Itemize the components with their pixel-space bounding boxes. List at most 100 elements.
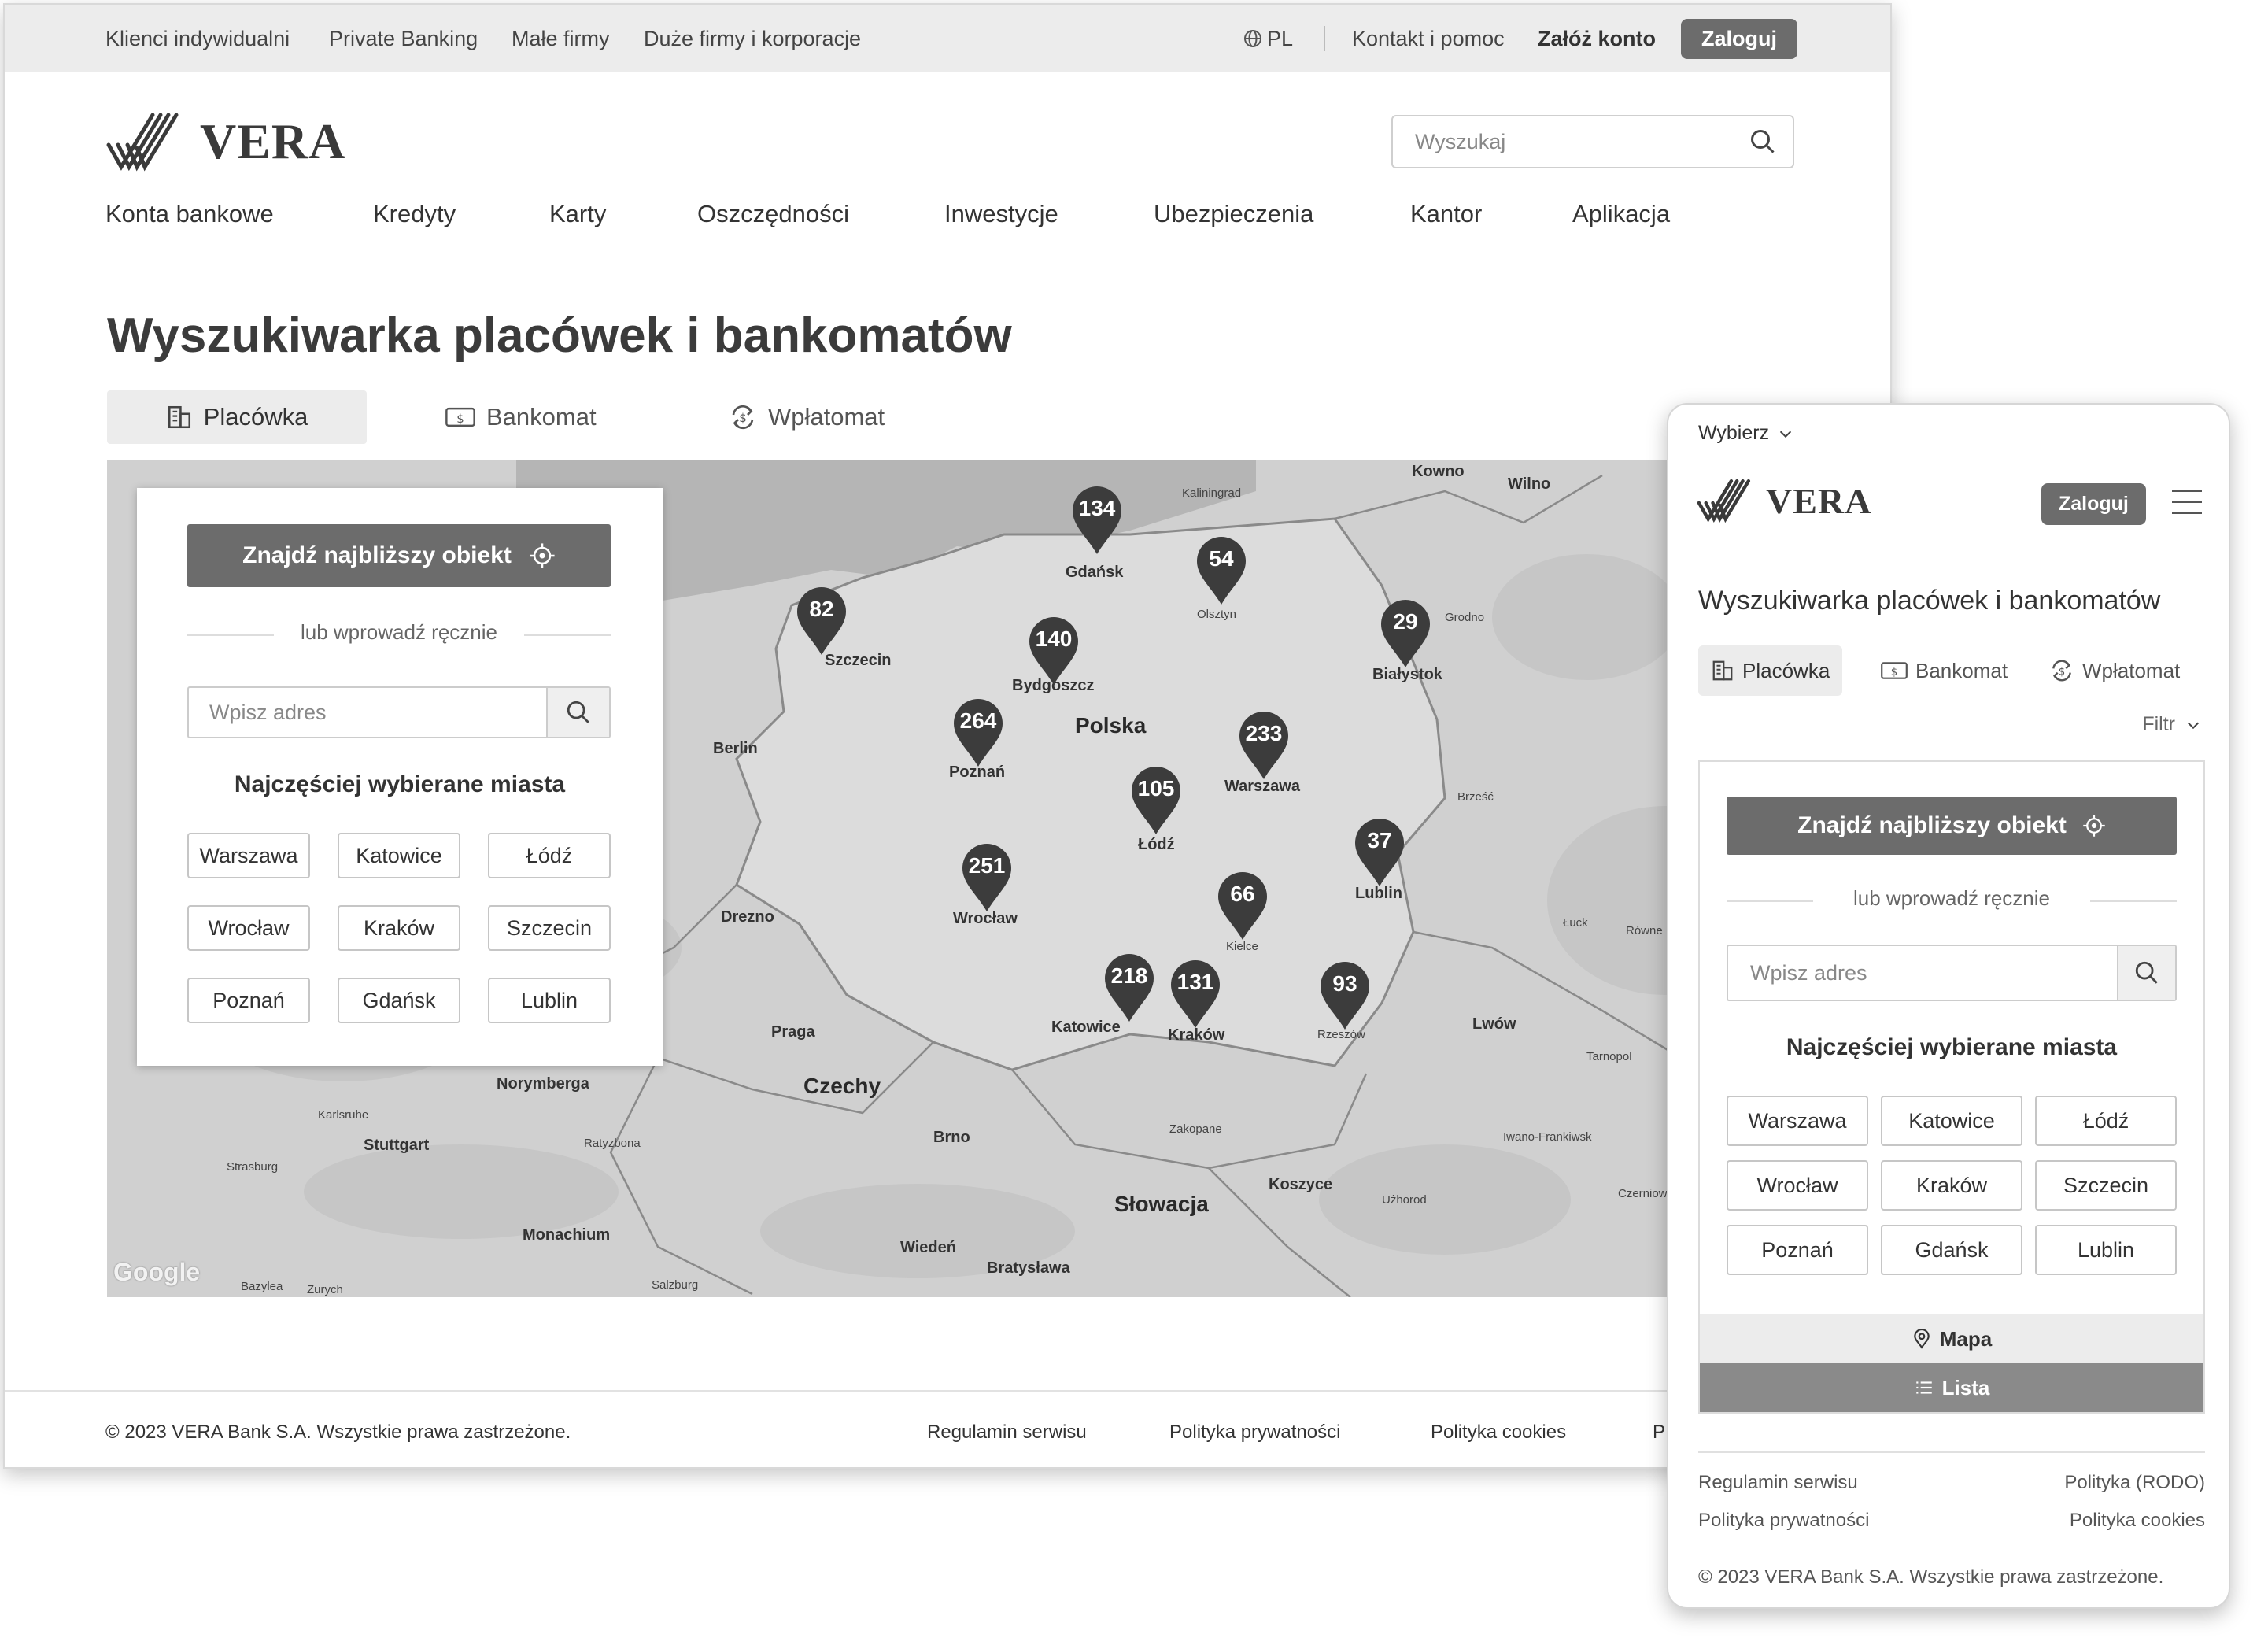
site-search-input[interactable]: Wyszukaj [1391,115,1794,168]
map-cluster-pin[interactable]: 218 [1103,952,1155,1023]
segment-small-business[interactable]: Małe firmy [512,5,610,72]
finder-panel: Znajdź najbliższy obiekt lub wprowadź rę… [137,488,663,1066]
address-search-button[interactable] [546,688,609,737]
map-cluster-pin[interactable]: 264 [952,697,1004,768]
footer-link-regulamin[interactable]: Regulamin serwisu [927,1422,1087,1444]
frequent-cities-title: Najczęściej wybierane miasta [234,771,566,797]
address-input[interactable]: Wpisz adres [1727,945,2177,1001]
city-button-katowice[interactable]: Katowice [1881,1096,2022,1146]
footer-link-regulamin[interactable]: Regulamin serwisu [1698,1472,1858,1494]
map-city-label: Kaliningrad [1182,486,1242,500]
footer-link-privacy[interactable]: Polityka prywatności [1698,1510,1869,1532]
segment-link[interactable]: Private Banking [329,27,478,51]
find-nearest-button[interactable]: Znajdź najbliższy obiekt [1727,797,2177,855]
tab-label: Placówka [1742,658,1830,682]
map-cluster-pin[interactable]: 37 [1354,817,1405,888]
city-button-krakow[interactable]: Kraków [1881,1160,2022,1211]
map-cluster-pin[interactable]: 233 [1238,710,1290,781]
city-button-poznan[interactable]: Poznań [1727,1225,1868,1275]
map-city-label: Brześć [1457,790,1494,804]
nav-item-inwestycje[interactable]: Inwestycje [944,200,1058,228]
map-cluster-pin[interactable]: 66 [1217,871,1269,941]
nav-item-kredyty[interactable]: Kredyty [373,200,456,228]
city-button-warszawa[interactable]: Warszawa [1727,1096,1868,1146]
map-cluster-pin[interactable]: 54 [1195,535,1247,606]
city-button-szczecin[interactable]: Szczecin [2035,1160,2177,1211]
segment-link[interactable]: Małe firmy [512,27,610,51]
language-switch[interactable]: PL [1243,5,1293,72]
city-button-gdansk[interactable]: Gdańsk [1881,1225,2022,1275]
map-cluster-pin[interactable]: 131 [1169,959,1221,1030]
nav-item-ubezpieczenia[interactable]: Ubezpieczenia [1154,200,1313,228]
segment-select[interactable]: Wybierz [1698,422,1794,445]
tab-placowka[interactable]: Placówka [1698,645,1843,696]
nav-item-aplikacja[interactable]: Aplikacja [1572,200,1670,228]
filter-toggle[interactable]: Filtr [2142,713,2202,736]
address-search-button[interactable] [2117,946,2175,1000]
cluster-count: 29 [1393,609,1418,634]
city-button-krakow[interactable]: Kraków [338,905,460,951]
city-button-poznan[interactable]: Poznań [187,978,310,1023]
tab-bankomat[interactable]: $ Bankomat [1868,645,2020,696]
nav-item-kantor[interactable]: Kantor [1410,200,1482,228]
svg-text:$: $ [2059,666,2065,678]
city-button-wroclaw[interactable]: Wrocław [187,905,310,951]
map-city-label: Lwów [1472,1015,1516,1033]
city-button-gdansk[interactable]: Gdańsk [338,978,460,1023]
find-nearest-button[interactable]: Znajdź najbliższy obiekt [187,524,611,587]
city-button-lodz[interactable]: Łódź [2035,1096,2177,1146]
city-button-lublin[interactable]: Lublin [2035,1225,2177,1275]
mobile-login-button[interactable]: Zaloguj [2041,483,2146,525]
city-button-szczecin[interactable]: Szczecin [488,905,611,951]
segment-link[interactable]: Klienci indywidualni [105,27,290,51]
map-cluster-pin[interactable]: 251 [961,842,1013,913]
segment-link[interactable]: Duże firmy i korporacje [644,27,861,51]
brand-logo[interactable]: VERA [1697,477,1871,524]
city-button-katowice[interactable]: Katowice [338,833,460,878]
search-icon[interactable] [1749,128,1777,156]
brand-logo[interactable]: VERA [105,110,345,173]
nav-item-oszczednosci[interactable]: Oszczędności [697,200,849,228]
login-button[interactable]: Zaloguj [1681,18,1797,59]
tab-bankomat[interactable]: $ Bankomat [445,390,597,444]
nav-item-konta[interactable]: Konta bankowe [105,200,274,228]
contact-link[interactable]: Kontakt i pomoc [1352,5,1505,72]
cluster-count: 140 [1035,627,1073,651]
topbar-divider [1324,5,1325,72]
nav-item-karty[interactable]: Karty [549,200,606,228]
city-button-lublin[interactable]: Lublin [488,978,611,1023]
footer-link-cookies[interactable]: Polityka cookies [2070,1510,2205,1532]
map-cluster-pin[interactable]: 82 [796,586,848,656]
map-cluster-pin[interactable]: 140 [1028,616,1080,686]
tab-label: Wpłatomat [768,403,885,431]
footer-link-cookies[interactable]: Polityka cookies [1431,1422,1566,1444]
city-button-warszawa[interactable]: Warszawa [187,833,310,878]
map-view-toggle[interactable]: Mapa [1700,1314,2203,1363]
footer-link-privacy[interactable]: Polityka prywatności [1169,1422,1340,1444]
tab-wplatomat[interactable]: $ Wpłatomat [2037,645,2192,696]
map-city-label: Bazylea [241,1280,283,1293]
address-input[interactable]: Wpisz adres [187,686,611,738]
city-button-wroclaw[interactable]: Wrocław [1727,1160,1868,1211]
map-city-label: Tarnopol [1586,1050,1632,1063]
tab-wplatomat[interactable]: $ Wpłatomat [729,390,885,444]
tab-placowka[interactable]: Placówka [107,390,367,444]
map-cluster-pin[interactable]: 105 [1130,765,1182,836]
footer-link-rodo[interactable]: Polityka (RODO) [2064,1472,2205,1494]
register-link[interactable]: Załóż konto [1538,5,1656,72]
list-view-toggle[interactable]: Lista [1700,1363,2203,1412]
map-city-label: Kielce [1226,940,1258,953]
city-button-lodz[interactable]: Łódź [488,833,611,878]
map-cluster-pin[interactable]: 29 [1380,598,1431,669]
segment-private-banking[interactable]: Private Banking [329,5,478,72]
footer-link-truncated[interactable]: P [1653,1422,1665,1444]
segment-corporate[interactable]: Duże firmy i korporacje [644,5,861,72]
map-city-label: Stuttgart [364,1137,430,1154]
map-cluster-pin[interactable]: 93 [1319,960,1371,1031]
map-city-label: Monachium [523,1226,611,1244]
map-cluster-pin[interactable]: 134 [1071,485,1123,556]
page-title: Wyszukiwarka placówek i bankomatów [107,309,1012,363]
segment-individual[interactable]: Klienci indywidualni [105,5,290,72]
search-icon [2135,961,2158,984]
hamburger-menu-icon[interactable] [2172,490,2202,516]
